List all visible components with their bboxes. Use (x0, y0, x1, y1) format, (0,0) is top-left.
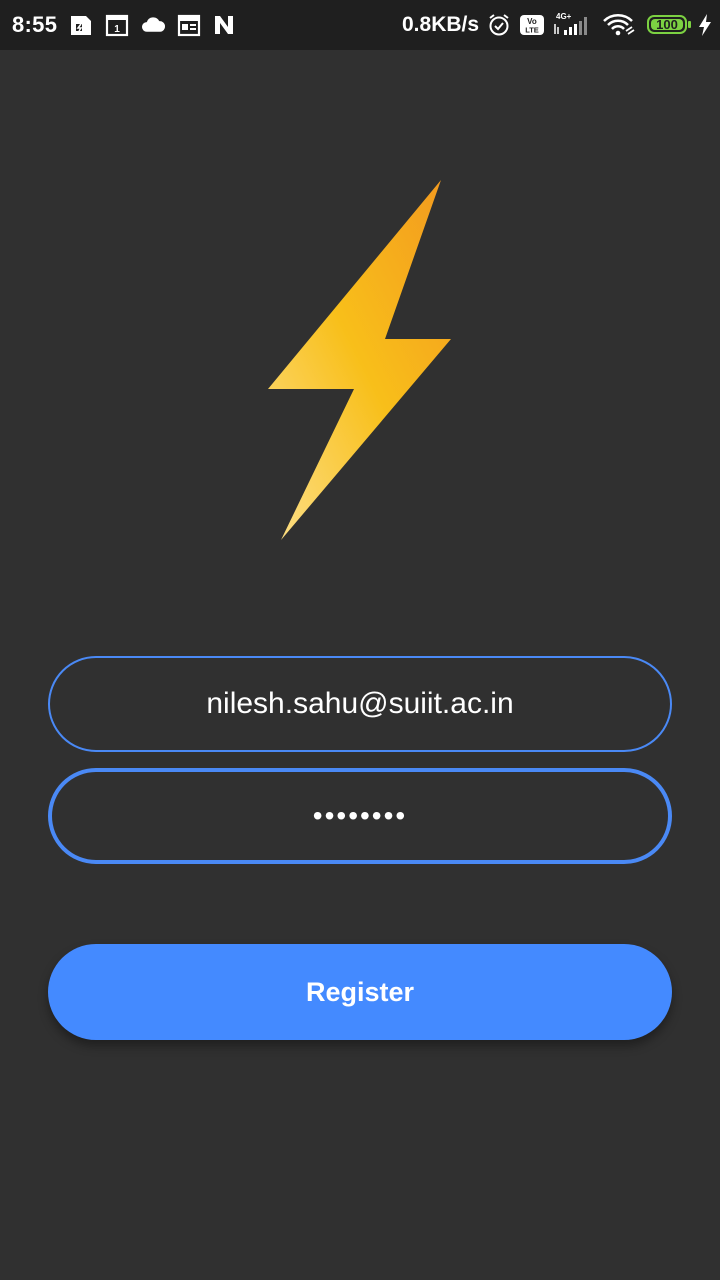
password-value: •••••••• (312, 800, 408, 831)
email-value: nilesh.sahu@suiit.ac.in (206, 687, 514, 720)
svg-text:LTE: LTE (525, 26, 539, 35)
email-field[interactable]: nilesh.sahu@suiit.ac.in (48, 656, 672, 752)
wifi-icon (603, 14, 635, 36)
register-button-label: Register (305, 976, 415, 1007)
charging-icon (699, 14, 711, 36)
battery-level: 100 (651, 18, 683, 31)
volte-icon: Vo LTE (520, 15, 544, 35)
register-button[interactable]: Register (48, 944, 672, 1040)
svg-text:4G+: 4G+ (556, 12, 572, 21)
n-icon (215, 16, 233, 34)
lightning-bolt-icon (268, 180, 451, 540)
signal-icon: 4G+ (554, 12, 587, 35)
network-speed: 0.8KB/s (402, 13, 480, 36)
status-time: 8:55 (12, 12, 58, 37)
alarm-icon (489, 14, 509, 36)
status-bar: 8:55 1 0.8KB/s Vo LTE 4G+ 100 (0, 0, 720, 50)
password-field[interactable]: •••••••• (48, 768, 672, 864)
calendar-icon: 1 (105, 14, 129, 37)
svg-text:1: 1 (114, 24, 120, 35)
battery-icon: 100 (647, 15, 687, 34)
newspaper-icon (177, 14, 201, 37)
sim-card-icon (71, 16, 91, 35)
register-screen: 8:55 1 0.8KB/s Vo LTE 4G+ 100 nilesh.sah… (0, 0, 720, 1280)
battery-cap (688, 21, 691, 28)
cloud-icon (141, 17, 166, 32)
